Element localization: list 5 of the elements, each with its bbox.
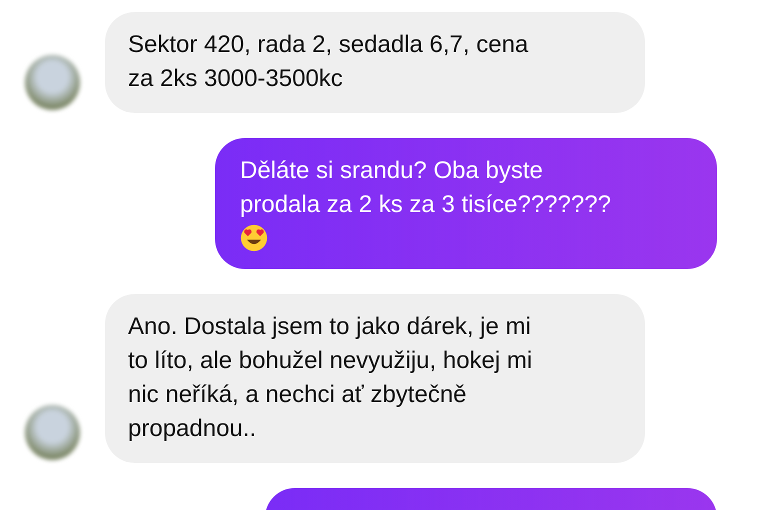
message-text: Děláte si srandu? Oba byste prodala za 2 ks za 3 tisíce??????? — [240, 156, 612, 220]
avatar-placeholder — [25, 55, 80, 110]
message-text: Sektor 420, rada 2, sedadla 6,7, cena za 2ks 3000-3500kc — [128, 30, 530, 94]
message-text: Ano. Dostala jsem to jako dárek, je mi to líto, ale bohužel nevyužiju, hokej mi nic neříká, a nechci ať zbytečně propadnou.. — [128, 312, 534, 444]
avatar-placeholder — [25, 405, 80, 460]
